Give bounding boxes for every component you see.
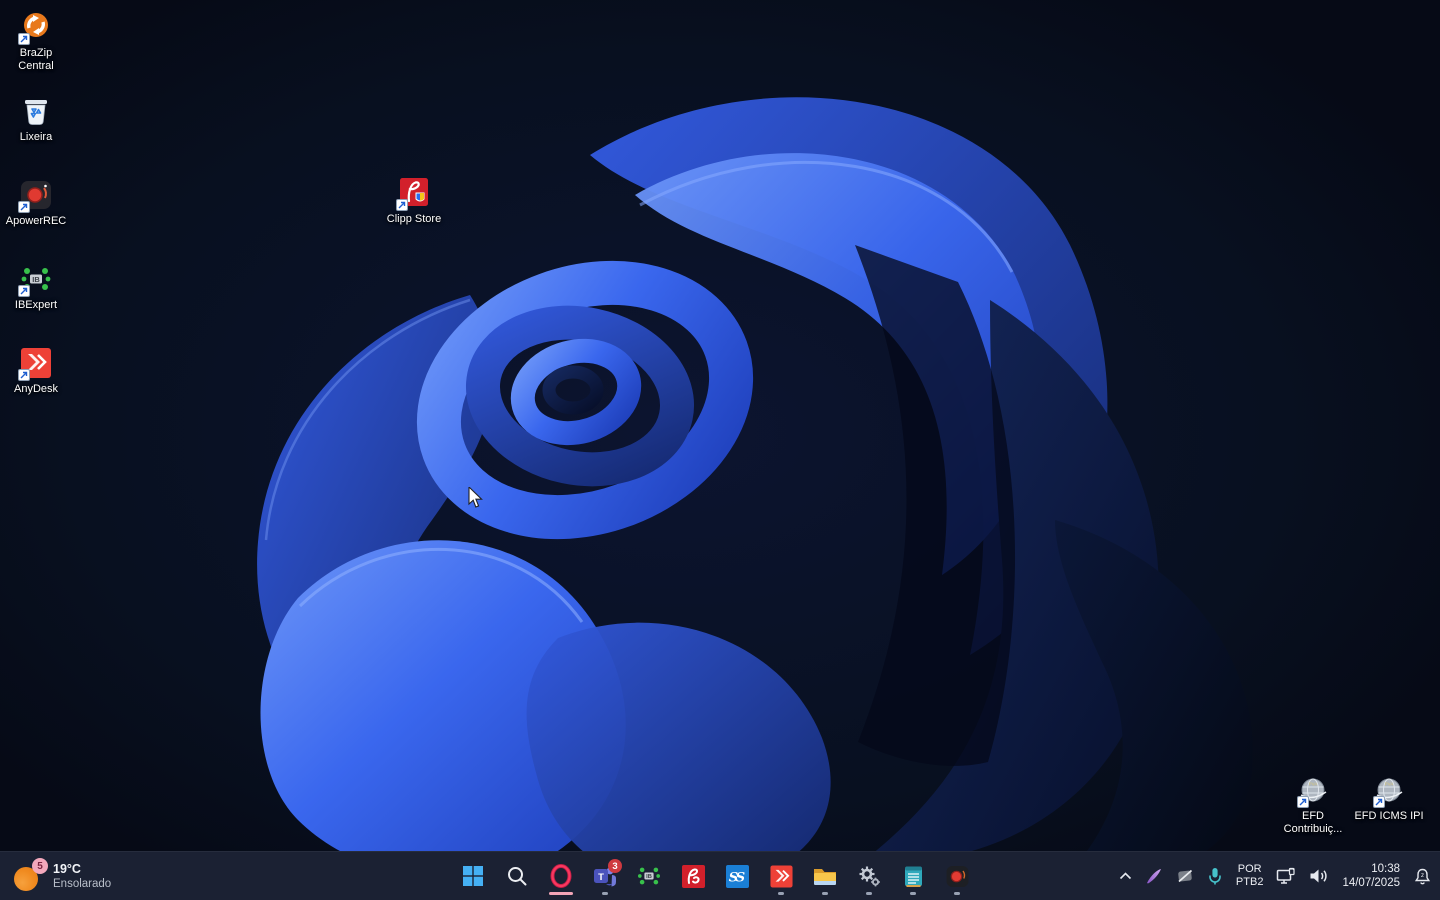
- running-app-indicator: [954, 892, 960, 895]
- taskbar-app-anydesk[interactable]: [761, 856, 801, 896]
- svg-text:IB: IB: [32, 275, 40, 284]
- efd-icms-ipi-icon: PVA: [1374, 777, 1404, 807]
- desktop-icon-label: EFD ICMS IPI: [1354, 810, 1423, 823]
- desktop-wallpaper: [0, 0, 1440, 900]
- anydesk-icon: [19, 346, 53, 380]
- apowerrec-icon: [19, 178, 53, 212]
- anydesk-icon: [769, 864, 794, 889]
- system-tray: POR PTB2 10:38 14/07/2025: [1119, 852, 1432, 900]
- svg-text:S: S: [735, 870, 744, 885]
- search-icon: [506, 865, 528, 887]
- clipp-store-icon: [681, 864, 706, 889]
- desktop-icon-label: Lixeira: [20, 131, 52, 144]
- opera-gx-icon: [548, 863, 574, 889]
- shortcut-arrow-icon: [18, 33, 30, 45]
- apowerrec-icon: [945, 864, 970, 889]
- recycle-bin-icon: [19, 94, 53, 128]
- ibexpert-icon: IB: [19, 262, 53, 296]
- device-disabled-icon: [1176, 867, 1194, 885]
- weather-sun-icon: 5: [14, 860, 44, 892]
- taskbar-app-icons: T 3 IB S: [453, 852, 977, 900]
- tray-language-indicator[interactable]: POR PTB2: [1236, 863, 1264, 889]
- tray-network[interactable]: [1276, 867, 1296, 885]
- mouse-cursor: [468, 487, 488, 514]
- tray-volume[interactable]: [1309, 868, 1329, 884]
- keyboard-layout-code: PTB2: [1236, 876, 1264, 889]
- tray-disabled-device[interactable]: [1176, 867, 1194, 885]
- taskbar-app-opera-gx[interactable]: [541, 856, 581, 896]
- taskbar-app-file-explorer[interactable]: [805, 856, 845, 896]
- svg-text:PVA: PVA: [1385, 782, 1394, 787]
- active-app-indicator: [549, 892, 573, 895]
- running-app-indicator: [602, 892, 608, 895]
- taskbar-app-services[interactable]: [849, 856, 889, 896]
- language-code: POR: [1238, 863, 1262, 876]
- start-button[interactable]: [453, 856, 493, 896]
- widget-notification-badge: 5: [32, 858, 48, 874]
- teams-notification-badge: 3: [608, 859, 622, 873]
- taskbar-app-notepad[interactable]: [893, 856, 933, 896]
- gears-icon: [856, 863, 882, 889]
- desktop-icon-label: EFDContribuiç...: [1284, 810, 1343, 836]
- desktop-icon-brazip-central[interactable]: BraZipCentral: [0, 10, 74, 73]
- desktop-icon-label: IBExpert: [15, 299, 57, 312]
- taskbar-app-ss[interactable]: S S: [717, 856, 757, 896]
- file-explorer-icon: [812, 863, 838, 889]
- desktop-icon-ibexpert[interactable]: IB IBExpert: [0, 262, 74, 312]
- search-button[interactable]: [497, 856, 537, 896]
- desktop-icon-label: Clipp Store: [387, 213, 441, 226]
- desktop-icon-lixeira[interactable]: Lixeira: [0, 94, 74, 144]
- weather-condition: Ensolarado: [53, 877, 111, 891]
- svg-text:T: T: [598, 872, 604, 883]
- running-app-indicator: [866, 892, 872, 895]
- weather-temperature: 19°C: [53, 862, 111, 877]
- tray-pen-app[interactable]: [1145, 867, 1163, 885]
- microphone-icon: [1207, 867, 1223, 886]
- taskbar-app-ibexpert[interactable]: IB: [629, 856, 669, 896]
- ibexpert-icon: IB: [636, 863, 662, 889]
- desktop-icon-label: AnyDesk: [14, 383, 58, 396]
- shortcut-arrow-icon: [18, 369, 30, 381]
- taskbar: 5 19°C Ensolarado: [0, 851, 1440, 900]
- desktop-icon-clipp-store[interactable]: Clipp Store: [376, 176, 452, 226]
- windows-logo-icon: [462, 865, 484, 887]
- desktop-icon-anydesk[interactable]: AnyDesk: [0, 346, 74, 396]
- desktop-icon-label: BraZipCentral: [18, 47, 53, 73]
- desktop-icon-label: ApowerREC: [6, 215, 67, 228]
- taskbar-app-clipp-store[interactable]: [673, 856, 713, 896]
- clipp-store-icon: [397, 176, 431, 210]
- efd-contribuicoes-icon: PVA: [1298, 777, 1328, 807]
- desktop-icon-efd-icms-ipi[interactable]: PVA EFD ICMS IPI: [1351, 777, 1427, 823]
- svg-text:IB: IB: [646, 874, 652, 880]
- tray-clock[interactable]: 10:38 14/07/2025: [1342, 862, 1400, 890]
- running-app-indicator: [910, 892, 916, 895]
- clock-time: 10:38: [1371, 862, 1400, 876]
- tray-microphone[interactable]: [1207, 867, 1223, 886]
- desktop-icon-apowerrec[interactable]: ApowerREC: [0, 178, 74, 228]
- shortcut-arrow-icon: [1373, 796, 1385, 808]
- network-ethernet-icon: [1276, 867, 1296, 885]
- speaker-icon: [1309, 868, 1329, 884]
- running-app-indicator: [778, 892, 784, 895]
- brazip-central-icon: [19, 10, 53, 44]
- ss-app-icon: S S: [725, 864, 750, 889]
- svg-text:PVA: PVA: [1309, 782, 1318, 787]
- svg-text:z: z: [1421, 872, 1424, 879]
- shortcut-arrow-icon: [18, 201, 30, 213]
- desktop-icon-efd-contribuicoes[interactable]: PVA EFDContribuiç...: [1275, 777, 1351, 836]
- bell-dnd-icon: z: [1413, 867, 1432, 886]
- shortcut-arrow-icon: [18, 285, 30, 297]
- chevron-up-icon: [1119, 872, 1132, 880]
- shortcut-arrow-icon: [396, 199, 408, 211]
- feather-icon: [1145, 867, 1163, 885]
- taskbar-app-apowerrec[interactable]: [937, 856, 977, 896]
- tray-notifications[interactable]: z: [1413, 867, 1432, 886]
- tray-show-hidden-icons[interactable]: [1119, 872, 1132, 880]
- weather-widget[interactable]: 5 19°C Ensolarado: [4, 856, 121, 896]
- clock-date: 14/07/2025: [1342, 876, 1400, 890]
- shortcut-arrow-icon: [1297, 796, 1309, 808]
- taskbar-app-teams[interactable]: T 3: [585, 856, 625, 896]
- running-app-indicator: [822, 892, 828, 895]
- notepad-icon: [901, 864, 926, 889]
